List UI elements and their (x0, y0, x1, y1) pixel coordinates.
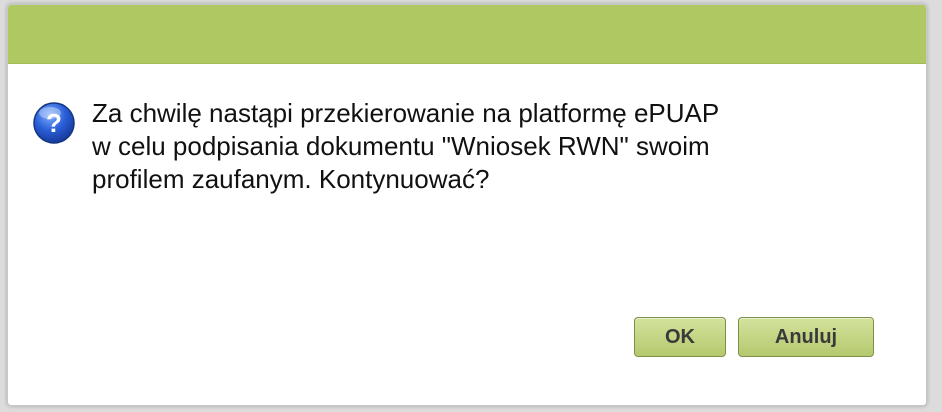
dialog-title-bar[interactable] (8, 5, 926, 64)
cancel-button[interactable]: Anuluj (738, 317, 874, 357)
ok-button[interactable]: OK (634, 317, 726, 357)
question-icon: ? (33, 102, 75, 144)
dialog-message: Za chwilę nastąpi przekierowanie na plat… (92, 98, 720, 194)
svg-text:?: ? (46, 108, 62, 138)
dialog-buttons: OK Anuluj (634, 317, 874, 357)
confirmation-dialog: ? Za chwilę nastąpi przekierowanie na pl… (7, 4, 927, 406)
